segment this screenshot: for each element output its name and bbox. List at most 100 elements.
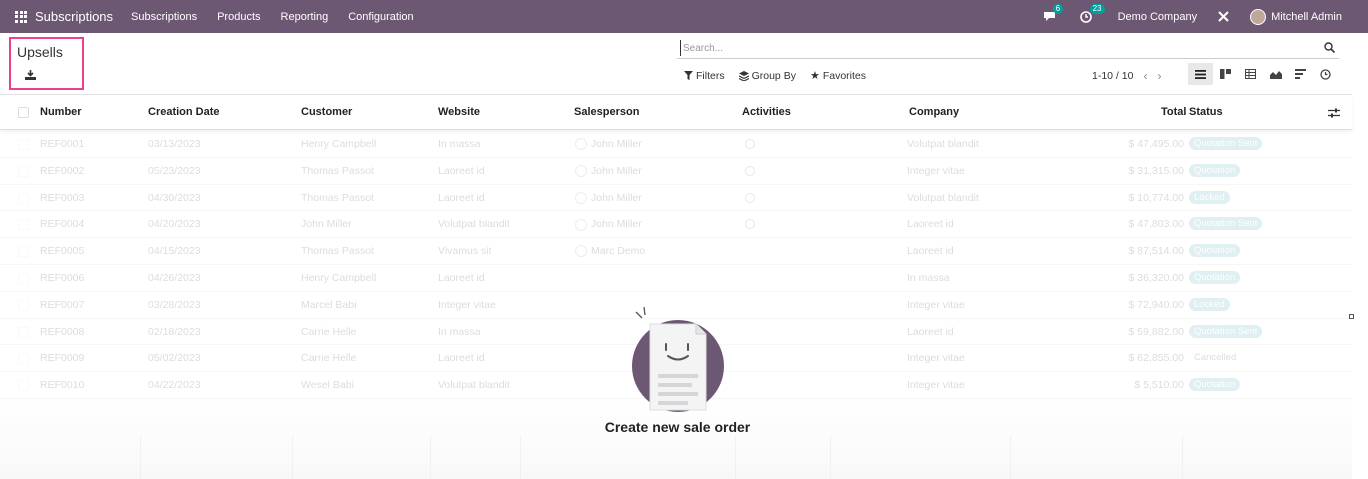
cell-company: In massa (907, 272, 950, 284)
cell-company: Laoreet id (907, 245, 954, 258)
table-row[interactable]: REF0001 03/13/2023 Henry Campbell In massa V… (0, 131, 1352, 158)
layers-icon (738, 70, 749, 81)
chevron-left-icon[interactable]: ‹ (1143, 69, 1147, 83)
table-row[interactable]: REF0005 04/15/2023 Thomas Passot Vivamus si… (0, 238, 1352, 265)
cell-total: $ 47,495.00 (1128, 138, 1184, 150)
group-by-button[interactable]: Group By (738, 69, 796, 82)
row-checkbox[interactable] (18, 273, 29, 284)
column-website[interactable]: Website (438, 106, 480, 118)
cell-number: REF0006 (40, 272, 85, 284)
row-checkbox[interactable] (18, 246, 29, 258)
cell-total: $ 62,855.00 (1128, 352, 1184, 365)
pager-value[interactable]: 1-10 / 10 (1092, 70, 1133, 82)
cell-creation-date: 03/13/2023 (148, 138, 201, 150)
activity-clock-icon[interactable] (745, 165, 755, 179)
status-badge: Quotation Sent (1189, 217, 1263, 231)
cell-website: In massa (438, 325, 481, 338)
column-number[interactable]: Number (40, 106, 82, 118)
cohort-icon (1295, 69, 1306, 79)
cell-customer: Carrie Helle (301, 325, 357, 338)
column-creation-date[interactable]: Creation Date (148, 106, 220, 118)
graph-view-button[interactable] (1263, 63, 1288, 85)
cell-company: Integer vitae (907, 298, 965, 311)
table-row[interactable]: REF0004 04/20/2023 John Miller Volutpat bla… (0, 211, 1352, 239)
cell-customer: Thomas Passot (301, 164, 374, 177)
row-checkbox[interactable] (18, 192, 29, 204)
avatar (575, 165, 587, 178)
activity-view-button[interactable] (1313, 63, 1338, 85)
column-salesperson[interactable]: Salesperson (574, 106, 639, 118)
activity-clock-icon[interactable] (745, 219, 755, 232)
app-brand[interactable]: Subscriptions (35, 9, 113, 24)
star-icon: ★ (809, 70, 820, 82)
menu-products[interactable]: Products (217, 11, 260, 23)
table-row[interactable]: REF0002 05/23/2023 Thomas Passot Laoreet id… (0, 158, 1352, 185)
status-badge: Quotation (1189, 378, 1241, 392)
table-row[interactable]: REF0003 04/30/2023 Thomas Passot Laoreet id… (0, 185, 1352, 212)
user-menu[interactable]: Mitchell Admin (1250, 8, 1342, 25)
column-total[interactable]: Total (1161, 106, 1186, 118)
avatar (575, 218, 587, 231)
cell-company: Volutpat blandit (907, 191, 979, 204)
cell-creation-date: 03/28/2023 (148, 298, 201, 311)
avatar (575, 191, 587, 204)
status-badge: Quotation Sent (1189, 137, 1263, 150)
search-icon[interactable] (1324, 42, 1335, 53)
activity-clock-icon[interactable] (745, 139, 755, 152)
menu-subscriptions[interactable]: Subscriptions (131, 11, 197, 23)
cell-company: Laoreet id (907, 325, 954, 338)
apps-menu-icon[interactable] (15, 10, 27, 23)
cell-website: Vivamus sit (438, 245, 492, 258)
cell-company: Laoreet id (907, 218, 954, 231)
page-title: Upsells (17, 44, 63, 60)
activities-button[interactable]: 23 (1079, 3, 1105, 23)
control-panel: Upsells Filters Group By ★ Favorites 1-1… (0, 33, 1352, 95)
optional-columns-icon[interactable] (1328, 108, 1340, 118)
cell-number: REF0005 (40, 245, 85, 258)
menu-reporting[interactable]: Reporting (281, 11, 329, 23)
kanban-icon (1220, 69, 1231, 79)
filters-button[interactable]: Filters (684, 69, 725, 82)
cell-website: Laoreet id (438, 272, 485, 284)
search-input[interactable] (680, 40, 1300, 56)
column-activities[interactable]: Activities (742, 106, 791, 118)
row-checkbox[interactable] (18, 353, 29, 365)
kanban-view-button[interactable] (1213, 63, 1238, 85)
table-header: Number Creation Date Customer Website Sa… (0, 95, 1352, 130)
clock-icon (1079, 10, 1092, 23)
column-customer[interactable]: Customer (301, 106, 352, 118)
cell-company: Volutpat blandit (907, 138, 979, 150)
row-checkbox[interactable] (18, 380, 29, 392)
messages-button[interactable]: 6 (1043, 4, 1064, 22)
favorites-button[interactable]: ★ Favorites (809, 69, 866, 83)
row-checkbox[interactable] (18, 326, 29, 338)
cell-company: Integer vitae (907, 352, 965, 365)
status-badge: Locked (1189, 190, 1230, 204)
row-checkbox[interactable] (18, 299, 29, 311)
column-status[interactable]: Status (1189, 106, 1223, 118)
cell-total: $ 10,774.00 (1128, 191, 1184, 204)
cohort-view-button[interactable] (1288, 63, 1313, 85)
select-all-checkbox[interactable] (18, 107, 29, 118)
column-separators (0, 435, 1352, 479)
activity-clock-icon[interactable] (745, 192, 755, 206)
debug-tools-button[interactable] (1217, 10, 1230, 23)
cell-creation-date: 04/22/2023 (148, 379, 201, 392)
cell-number: REF0001 (40, 138, 85, 150)
menu-configuration[interactable]: Configuration (348, 11, 413, 23)
salesperson-name: Marc Demo (591, 245, 646, 258)
column-company[interactable]: Company (909, 106, 959, 118)
company-switcher[interactable]: Demo Company (1118, 11, 1197, 23)
list-view-button[interactable] (1188, 63, 1213, 85)
row-checkbox[interactable] (18, 165, 29, 177)
resize-handle[interactable] (1349, 314, 1354, 319)
pivot-view-button[interactable] (1238, 63, 1263, 85)
row-checkbox[interactable] (18, 139, 29, 150)
download-icon[interactable] (25, 70, 36, 80)
chevron-right-icon[interactable]: › (1157, 69, 1161, 83)
cell-creation-date: 05/23/2023 (148, 164, 201, 177)
cell-customer: Henry Campbell (301, 138, 377, 150)
table-row[interactable]: REF0006 04/26/2023 Henry Campbell Laoreet i… (0, 265, 1352, 292)
cell-salesperson: John Miller (575, 138, 642, 151)
row-checkbox[interactable] (18, 219, 29, 231)
